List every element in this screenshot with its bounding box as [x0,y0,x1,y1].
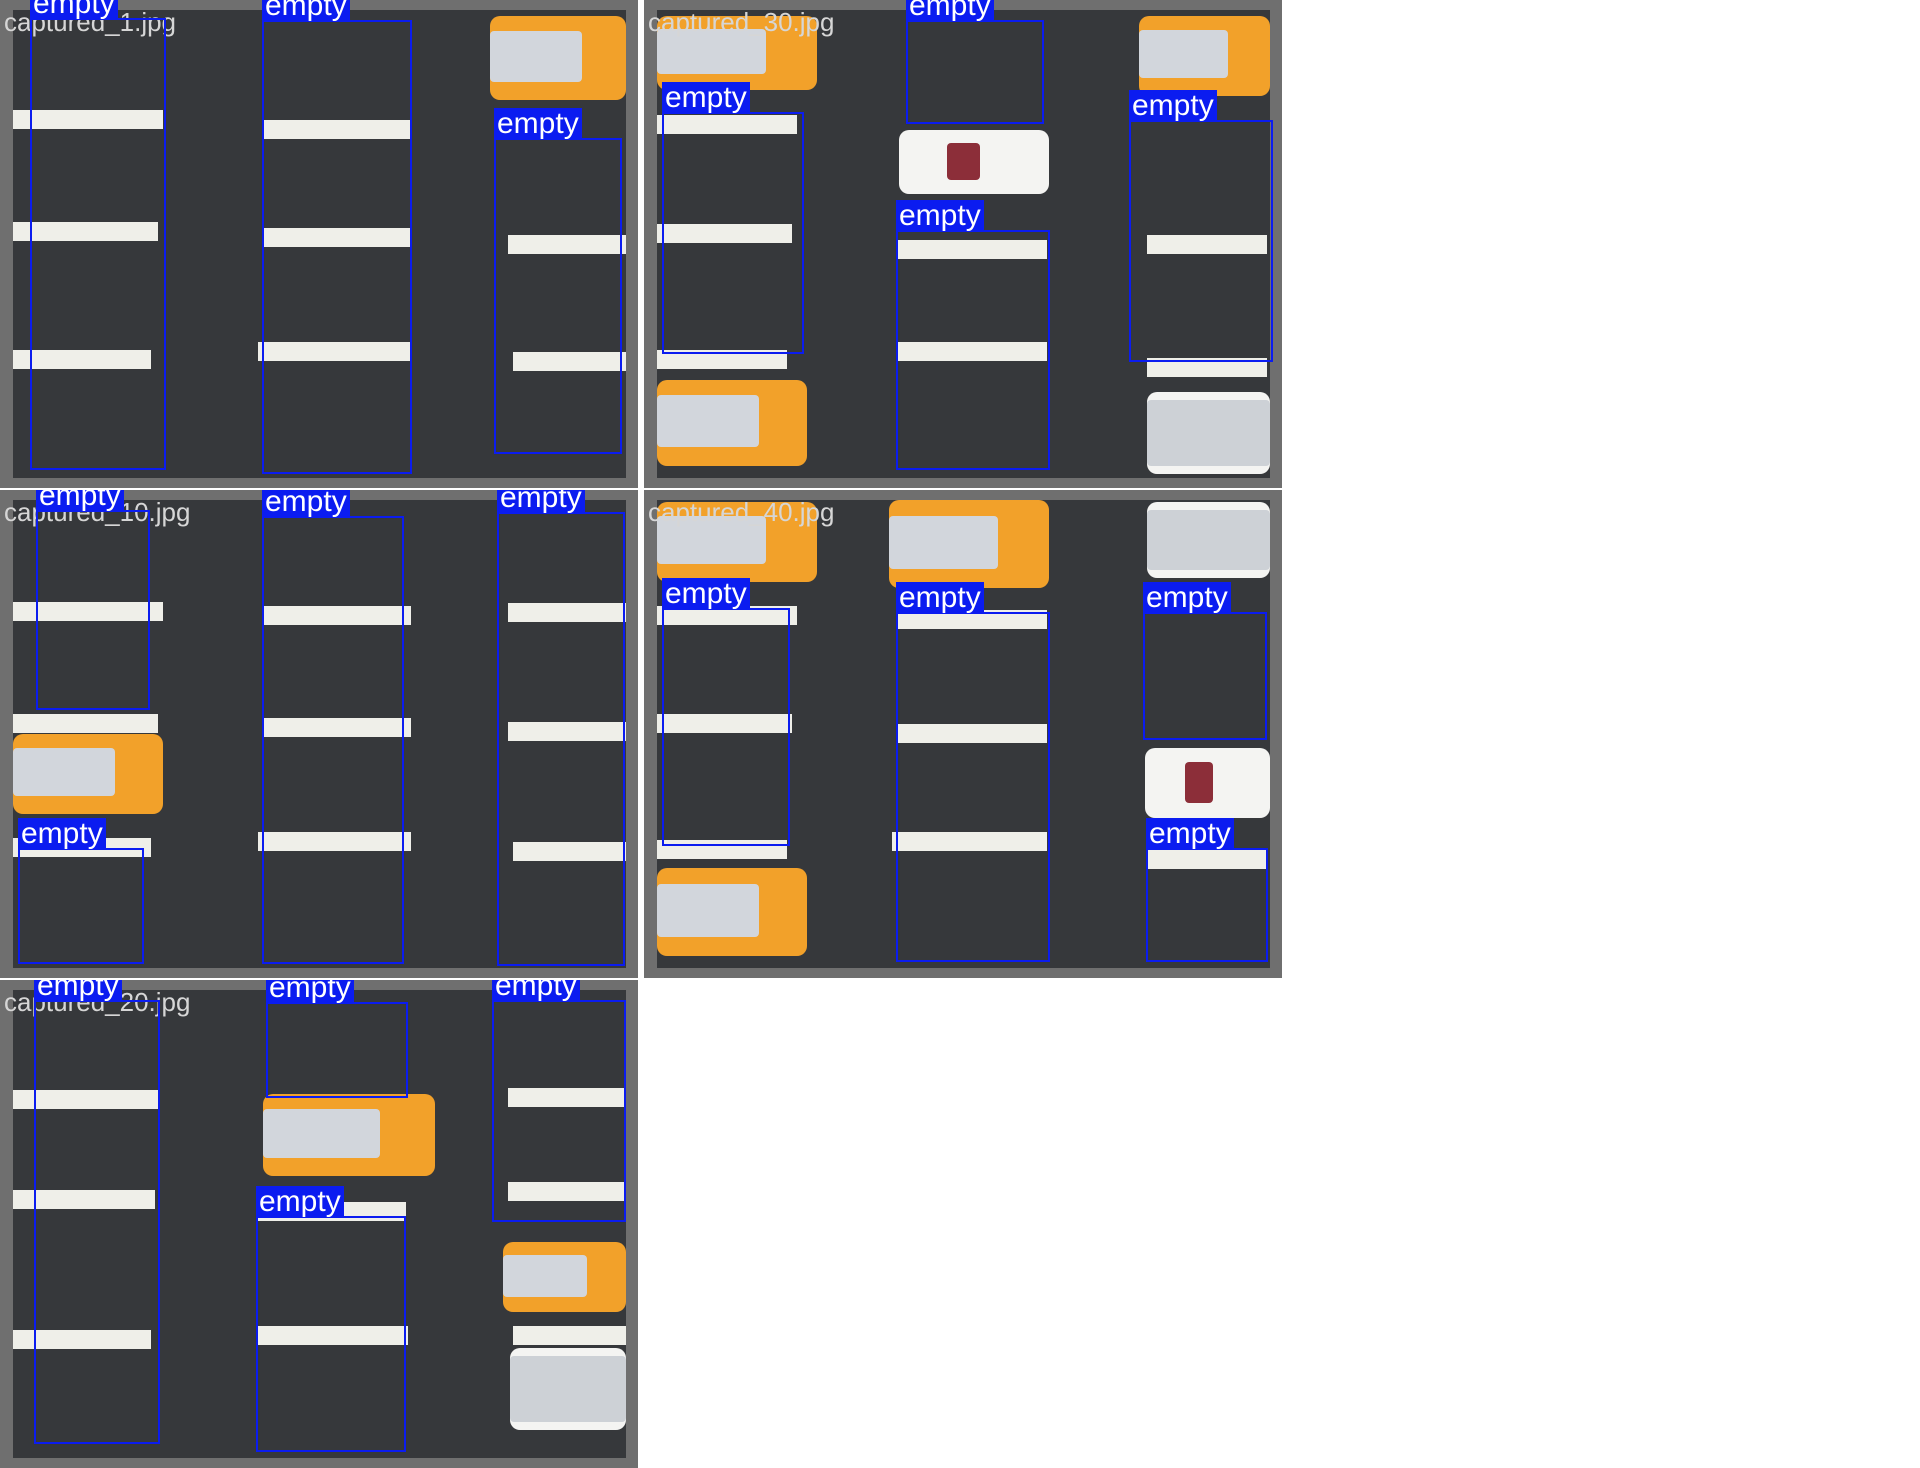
image-tile: captured_20.jpg empty empty empty empty [0,980,638,1468]
detection-box: empty [30,0,166,470]
toy-truck [657,868,807,956]
detection-label: empty [492,980,580,1002]
image-filename: captured_40.jpg [648,497,835,527]
detection-label: empty [36,490,124,512]
image-tile: captured_10.jpg empty empty empty empty [0,490,638,978]
detection-label: empty [896,200,984,232]
detection-label: empty [662,82,750,114]
detection-box: empty [492,980,626,1222]
toy-truck [503,1242,626,1312]
image-filename: captured_30.jpg [648,7,835,37]
toy-truck [889,500,1049,588]
detection-label: empty [262,0,350,22]
toy-truck [1147,392,1270,474]
detection-label: empty [1146,818,1234,850]
detection-box: empty [262,490,404,964]
detection-label: empty [494,108,582,140]
lane-stripe [13,714,158,733]
lane-stripe [513,1326,626,1345]
detection-label: empty [30,0,118,20]
detection-label: empty [1143,582,1231,614]
detection-box: empty [1129,90,1273,362]
detection-label: empty [497,490,585,514]
toy-truck [1147,502,1270,578]
detection-box: empty [497,490,625,966]
detection-box: empty [256,1186,406,1452]
detection-label: empty [256,1186,344,1218]
toy-truck [657,380,807,466]
detection-label: empty [1129,90,1217,122]
toy-truck [13,734,163,814]
detection-box: empty [266,980,408,1098]
toy-truck [490,16,626,100]
detection-label: empty [906,0,994,22]
detection-label: empty [896,582,984,614]
detection-label: empty [18,818,106,850]
detection-box: empty [262,0,412,474]
detection-box: empty [896,582,1050,962]
image-tile: captured_30.jpg empty empty empty empty [644,0,1282,488]
image-tile: captured_1.jpg empty empty empty [0,0,638,488]
detection-box: empty [662,578,790,846]
detection-label: empty [662,578,750,610]
image-tile: captured_40.jpg empty empty empty empty [644,490,1282,978]
toy-truck [510,1348,626,1430]
toy-car [899,130,1049,194]
detection-label: empty [266,980,354,1004]
toy-car [1145,748,1270,818]
detection-box: empty [494,108,622,454]
detection-box: empty [18,818,144,964]
detection-box: empty [662,82,804,354]
detection-box: empty [896,200,1050,470]
toy-truck [1139,16,1270,96]
detection-box: empty [1146,818,1268,962]
detection-box: empty [36,490,150,710]
detection-label: empty [262,490,350,518]
toy-truck [263,1094,435,1176]
detection-box: empty [1143,582,1267,740]
detection-label: empty [34,980,122,1002]
detection-box: empty [906,0,1044,124]
detection-box: empty [34,980,160,1444]
